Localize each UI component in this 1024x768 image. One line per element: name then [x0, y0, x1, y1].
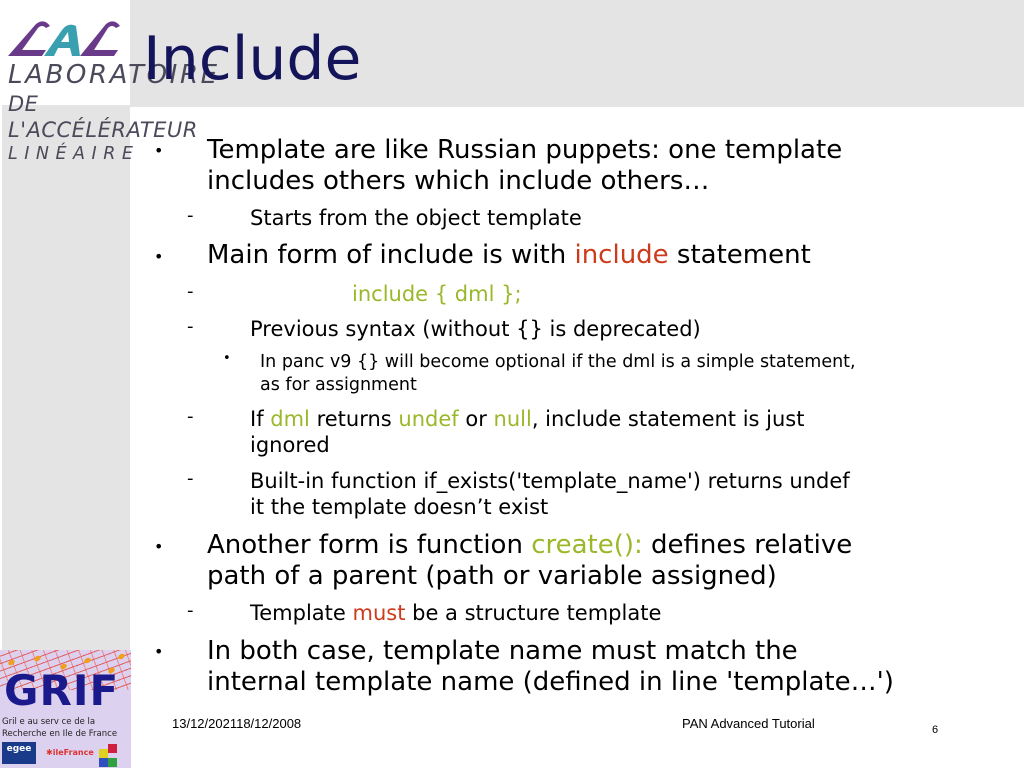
footer-date: 13/12/202118/12/2008 [172, 716, 302, 731]
bullet-marker: • [223, 351, 231, 366]
bullet-text: Main form of include is with include sta… [207, 240, 811, 271]
bullet-marker: • [154, 537, 164, 556]
bullet-marker: • [154, 247, 164, 266]
dash-marker: - [187, 600, 194, 621]
keyword-null: null [493, 407, 532, 431]
page-number: 6 [932, 724, 939, 736]
text-run: defines relative [642, 530, 853, 560]
text-run: returns [309, 407, 399, 431]
dash-marker: - [187, 281, 194, 302]
code-snippet: include { dml }; [352, 282, 522, 306]
sub-bullet-text: If dml returns undef or null, include st… [250, 406, 804, 432]
bullet-text: In both case, template name must match t… [207, 636, 798, 666]
keyword-must: must [352, 601, 406, 625]
text-run: , include statement is just [531, 407, 805, 431]
text-run: Another form is function [207, 530, 532, 560]
slide-body: • Template are like Russian puppets: one… [0, 0, 1024, 768]
dash-marker: - [187, 406, 194, 427]
keyword-undef: undef [398, 407, 459, 431]
text-run: statement [668, 240, 811, 270]
sub-bullet-text: Template must be a structure template [250, 600, 661, 626]
keyword-dml: dml [270, 407, 310, 431]
bullet-text: includes others which include others… [207, 166, 710, 196]
sub-bullet-text: Previous syntax (without {} is deprecate… [250, 317, 701, 341]
bullet-text: Another form is function create(): defin… [207, 530, 852, 561]
sub-bullet-text: ignored [250, 433, 330, 457]
bullet-text: Template are like Russian puppets: one t… [207, 135, 843, 165]
bullet-marker: • [154, 141, 164, 160]
text-run: If [250, 407, 271, 431]
keyword-include: include [574, 240, 669, 270]
text-run: Template [250, 601, 353, 625]
sub-bullet-text: Starts from the object template [250, 206, 582, 230]
text-run: Main form of include is with [207, 240, 575, 270]
sub-sub-bullet-text: In panc v9 {} will become optional if th… [260, 352, 856, 372]
dash-marker: - [187, 205, 194, 226]
dash-marker: - [187, 468, 194, 489]
text-run: be a structure template [405, 601, 662, 625]
sub-sub-bullet-text: as for assignment [260, 375, 417, 395]
sub-bullet-text: Built-in function if_exists('template_na… [250, 469, 850, 493]
bullet-marker: • [154, 642, 164, 661]
bullet-text: path of a parent (path or variable assig… [207, 561, 777, 591]
keyword-create: create(): [531, 530, 643, 560]
footer-title: PAN Advanced Tutorial [682, 716, 815, 731]
text-run: or [458, 407, 494, 431]
bullet-text: internal template name (defined in line … [207, 667, 894, 697]
sub-bullet-text: it the template doesn’t exist [250, 495, 549, 519]
dash-marker: - [187, 316, 194, 337]
